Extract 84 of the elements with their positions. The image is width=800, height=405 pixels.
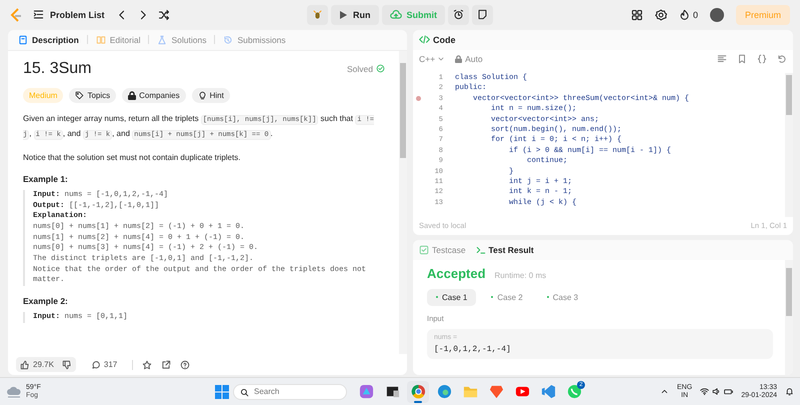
run-button[interactable]: Run	[331, 4, 378, 25]
lock-icon	[128, 90, 136, 100]
code-panel-title: Code	[433, 34, 456, 45]
app-icon	[410, 384, 426, 400]
comment-icon	[90, 360, 101, 370]
checkbox-icon	[419, 244, 429, 255]
description-tab[interactable]: Solutions	[155, 32, 208, 47]
description-tab[interactable]: Description	[16, 32, 81, 47]
description-text: Notice that the solution set must not contain duplicate triplets.	[23, 152, 242, 164]
battery-icon[interactable]	[724, 387, 734, 396]
avatar[interactable]	[710, 8, 724, 22]
star-icon[interactable]	[142, 360, 152, 370]
case-tab[interactable]: Case 1	[427, 288, 476, 306]
note-icon	[477, 9, 488, 20]
list-icon	[33, 9, 44, 20]
shuffle-icon[interactable]	[158, 8, 170, 21]
scrollbar[interactable]	[399, 50, 407, 354]
example-heading: Example 1:	[23, 174, 69, 184]
result-tab[interactable]: Test Result	[476, 244, 534, 255]
thumbs-up-icon	[20, 360, 30, 370]
code-icon	[419, 34, 430, 46]
description-tab[interactable]: Editorial	[94, 32, 142, 47]
check-circle-icon	[376, 64, 385, 74]
case-tab[interactable]: Case 3	[538, 288, 588, 306]
folder-icon	[462, 384, 478, 400]
settings-icon[interactable]	[654, 8, 667, 21]
windows-start-icon[interactable]	[215, 384, 229, 399]
topics-button[interactable]: Topics	[69, 88, 116, 103]
scrollbar[interactable]	[785, 260, 793, 376]
example-heading: Example 2:	[23, 296, 69, 306]
search-field[interactable]: Search	[233, 384, 347, 400]
runtime-text: Runtime: 0 ms	[494, 270, 546, 280]
window-icon	[384, 384, 400, 400]
mode-label[interactable]: Auto	[465, 54, 483, 64]
format-icon[interactable]	[717, 54, 727, 64]
app-icon	[358, 384, 374, 400]
problem-title: 15. 3Sum	[23, 60, 92, 78]
document-icon	[18, 34, 28, 45]
parameter-value: [-1,0,1,2,-1,-4]	[434, 344, 512, 354]
companies-button[interactable]: Companies	[122, 88, 186, 103]
hint-button[interactable]: Hint	[192, 88, 230, 103]
case-tab[interactable]: Case 2	[482, 288, 532, 306]
breakpoint-dot[interactable]	[416, 96, 421, 102]
language-select[interactable]: C++	[419, 54, 446, 64]
share-icon[interactable]	[161, 360, 172, 370]
terminal-icon	[476, 244, 486, 255]
play-icon	[339, 10, 348, 20]
streak-count: 0	[692, 10, 698, 20]
chevron-down-icon	[437, 54, 446, 63]
undo-icon[interactable]	[777, 54, 787, 64]
tag-icon	[75, 90, 84, 100]
speaker-icon[interactable]	[712, 387, 722, 396]
notes-button[interactable]	[472, 4, 493, 25]
bell-icon[interactable]	[785, 387, 794, 396]
timer-button[interactable]	[448, 4, 469, 25]
thumbs-down-icon	[62, 360, 72, 370]
scrollbar[interactable]	[785, 72, 793, 217]
app-icon	[540, 384, 556, 400]
app-icon	[488, 384, 504, 400]
book-icon	[96, 34, 106, 45]
cloud-upload-icon	[390, 8, 402, 21]
app-icon	[566, 384, 582, 400]
wifi-icon[interactable]	[700, 387, 710, 396]
search-icon	[240, 388, 249, 397]
braces-icon[interactable]	[757, 54, 767, 64]
flame-icon[interactable]	[678, 9, 690, 20]
result-tab[interactable]: Testcase	[419, 244, 466, 255]
problem-list-button[interactable]: Problem List	[31, 4, 107, 25]
help-icon[interactable]	[180, 360, 190, 370]
flask-icon	[157, 34, 168, 45]
history-icon	[223, 34, 234, 45]
debug-button[interactable]	[307, 4, 328, 25]
solved-status: Solved	[347, 64, 373, 74]
app-icon	[436, 384, 452, 400]
bookmark-icon[interactable]	[737, 54, 747, 64]
lightbulb-icon	[198, 90, 207, 100]
bug-icon	[312, 9, 323, 20]
difficulty-badge: Medium	[23, 88, 64, 103]
layout-icon[interactable]	[630, 8, 643, 21]
lock-icon	[455, 54, 462, 63]
alarm-clock-icon	[453, 9, 464, 20]
comments-button[interactable]: 317	[84, 358, 124, 371]
verdict-text: Accepted	[427, 266, 486, 281]
description-tab[interactable]: Submissions	[221, 32, 288, 47]
